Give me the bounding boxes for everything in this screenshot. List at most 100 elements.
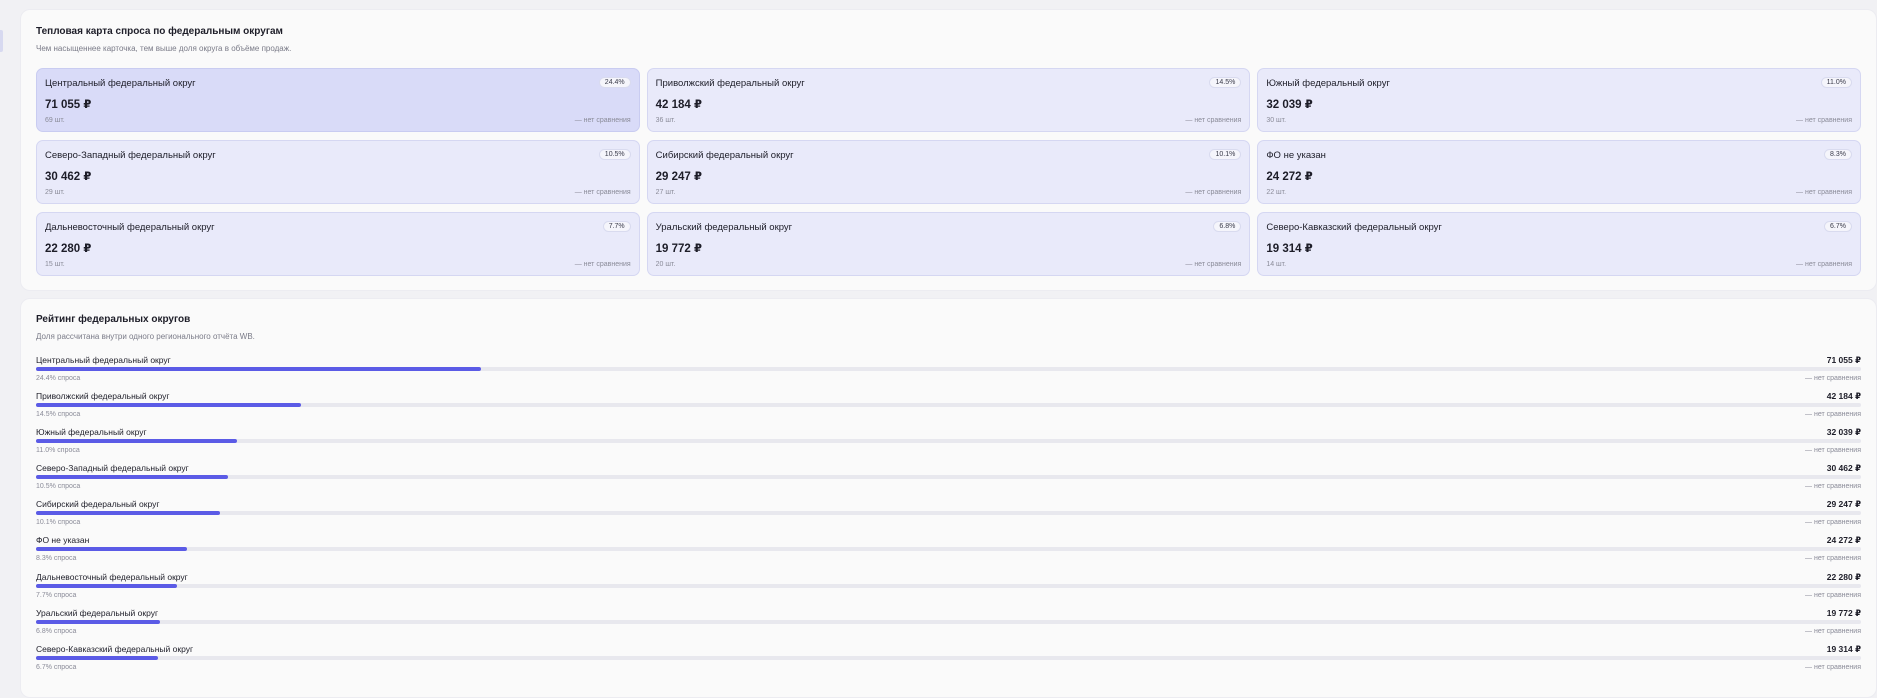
- rating-list: Центральный федеральный округ 71 055 ₽ 24.…: [36, 355, 1861, 680]
- rating-row-comparison: — нет сравнения: [1805, 663, 1861, 671]
- district-card-name: Северо-Кавказский федеральный округ: [1266, 222, 1442, 233]
- rating-row[interactable]: Северо-Западный федеральный округ 30 462 …: [36, 463, 1861, 499]
- district-card[interactable]: Приволжский федеральный округ 14.5% 42 184…: [646, 68, 1251, 132]
- rating-row-comparison: — нет сравнения: [1805, 375, 1861, 382]
- district-card-name: Уральский федеральный округ: [655, 222, 793, 233]
- district-card-quantity: 69 шт.: [45, 117, 65, 124]
- rating-row-share: 11.0% спроса: [36, 447, 80, 455]
- rating-row-bar: [36, 619, 161, 624]
- district-card-quantity: 15 шт.: [45, 261, 65, 268]
- rating-row-share: 24.4% спроса: [36, 375, 81, 382]
- rating-row-share: 7.7% спроса: [36, 591, 77, 599]
- rating-row[interactable]: Уральский федеральный округ 19 772 ₽ 6.8% …: [36, 608, 1861, 644]
- district-card-name: Дальневосточный федеральный округ: [45, 222, 215, 233]
- district-card-comparison: — нет сравнения: [574, 117, 631, 124]
- district-card-quantity: 14 шт.: [1266, 261, 1287, 268]
- district-card[interactable]: Сибирский федеральный округ 10.1% 29 247 ₽…: [646, 140, 1251, 204]
- heatmap-panel: Тепловая карта спроса по федеральным окр…: [20, 9, 1877, 291]
- rating-row-revenue: 30 462 ₽: [1826, 463, 1861, 474]
- rating-row-track: [36, 583, 1861, 588]
- district-card[interactable]: Уральский федеральный округ 6.8% 19 772 ₽ 2…: [646, 212, 1251, 276]
- district-card-revenue: 30 462 ₽: [45, 171, 92, 183]
- district-card-name: Центральный федеральный округ: [45, 78, 196, 89]
- rating-row-share: 14.5% спроса: [36, 411, 81, 419]
- rating-row-comparison: — нет сравнения: [1805, 627, 1861, 635]
- district-card-name: Сибирский федеральный округ: [655, 150, 794, 161]
- district-card-share-badge: 8.3%: [1824, 149, 1852, 160]
- district-card-revenue: 19 772 ₽: [655, 243, 703, 255]
- rating-row-bar: [36, 511, 221, 516]
- rating-row-share: 6.7% спроса: [36, 663, 77, 671]
- rating-row-bar: [36, 367, 482, 371]
- rating-row-name: ФО не указан: [36, 535, 90, 546]
- rating-row-share: 10.1% спроса: [36, 519, 81, 527]
- rating-row-track: [36, 655, 1861, 660]
- district-card-quantity: 29 шт.: [45, 189, 65, 196]
- rating-row[interactable]: ФО не указан 24 272 ₽ 8.3% спроса — нет сра…: [36, 535, 1861, 571]
- rating-row-revenue: 22 280 ₽: [1826, 571, 1861, 582]
- rating-row-name: Уральский федеральный округ: [36, 607, 159, 618]
- heatmap-subtitle: Чем насыщеннее карточка, тем выше доля о…: [36, 44, 292, 53]
- district-card-revenue: 71 055 ₽: [45, 99, 92, 111]
- district-card-comparison: — нет сравнения: [574, 261, 631, 268]
- rating-row[interactable]: Сибирский федеральный округ 29 247 ₽ 10.1%…: [36, 499, 1861, 535]
- rating-row[interactable]: Южный федеральный округ 32 039 ₽ 11.0% спр…: [36, 427, 1861, 463]
- district-card-comparison: — нет сравнения: [1185, 189, 1242, 196]
- district-card-quantity: 36 шт.: [655, 117, 676, 124]
- district-card-revenue: 19 314 ₽: [1266, 243, 1313, 255]
- rating-row-share: 10.5% спроса: [36, 483, 81, 491]
- rating-row-bar: [36, 655, 159, 660]
- rating-row-bar: [36, 583, 177, 588]
- district-card-share-badge: 7.7%: [602, 221, 631, 232]
- rating-row-revenue: 71 055 ₽: [1826, 355, 1861, 365]
- district-card[interactable]: Южный федеральный округ 11.0% 32 039 ₽ 30 ш…: [1257, 68, 1861, 132]
- rating-row[interactable]: Центральный федеральный округ 71 055 ₽ 24.…: [36, 355, 1861, 391]
- rating-row-revenue: 19 314 ₽: [1826, 643, 1861, 654]
- district-card[interactable]: Центральный федеральный округ 24.4% 71 055…: [36, 68, 640, 132]
- rating-row[interactable]: Приволжский федеральный округ 42 184 ₽ 14.…: [36, 391, 1861, 427]
- rating-row-name: Приволжский федеральный округ: [36, 391, 170, 402]
- district-card-comparison: — нет сравнения: [1796, 189, 1852, 196]
- district-card-revenue: 29 247 ₽: [655, 171, 703, 183]
- district-card-revenue: 42 184 ₽: [655, 99, 703, 111]
- district-card-share-badge: 6.8%: [1213, 221, 1242, 232]
- rating-row-track: [36, 619, 1861, 624]
- district-card-revenue: 32 039 ₽: [1266, 99, 1313, 111]
- rating-row-bar: [36, 475, 228, 480]
- district-card[interactable]: Северо-Кавказский федеральный округ 6.7% 1…: [1257, 212, 1861, 276]
- rating-row-track: [36, 547, 1861, 552]
- district-card-name: Северо-Западный федеральный округ: [45, 150, 216, 161]
- rating-row-name: Дальневосточный федеральный округ: [36, 571, 188, 582]
- district-card[interactable]: Дальневосточный федеральный округ 7.7% 22 …: [36, 212, 640, 276]
- district-card[interactable]: Северо-Западный федеральный округ 10.5% 30…: [36, 140, 640, 204]
- rating-row-share: 8.3% спроса: [36, 555, 77, 563]
- rating-row[interactable]: Северо-Кавказский федеральный округ 19 31…: [36, 644, 1861, 680]
- district-card-revenue: 24 272 ₽: [1266, 171, 1313, 183]
- rating-row-bar: [36, 403, 301, 408]
- district-card-share-badge: 10.1%: [1209, 149, 1242, 160]
- district-card-share-badge: 11.0%: [1820, 77, 1852, 88]
- district-card-share-badge: 24.4%: [598, 77, 631, 88]
- rating-row-track: [36, 475, 1861, 480]
- district-card-comparison: — нет сравнения: [574, 189, 631, 196]
- rating-row-track: [36, 403, 1861, 408]
- district-card-revenue: 22 280 ₽: [45, 243, 92, 255]
- district-card-comparison: — нет сравнения: [1796, 117, 1852, 124]
- rating-row[interactable]: Дальневосточный федеральный округ 22 280 …: [36, 572, 1861, 608]
- rating-panel: Рейтинг федеральных округов Доля рассчит…: [20, 298, 1877, 698]
- rating-row-track: [36, 511, 1861, 516]
- district-card-share-badge: 6.7%: [1824, 221, 1852, 232]
- rating-row-comparison: — нет сравнения: [1805, 519, 1861, 527]
- district-card[interactable]: ФО не указан 8.3% 24 272 ₽ 22 шт. — нет срав…: [1257, 140, 1861, 204]
- rating-row-comparison: — нет сравнения: [1805, 591, 1861, 599]
- heatmap-title: Тепловая карта спроса по федеральным окр…: [36, 26, 283, 37]
- rating-row-share: 6.8% спроса: [36, 627, 77, 635]
- district-card-name: ФО не указан: [1266, 150, 1326, 161]
- heatmap-grid: Центральный федеральный округ 24.4% 71 055…: [36, 68, 1861, 276]
- rating-title: Рейтинг федеральных округов: [36, 314, 191, 325]
- rating-row-track: [36, 367, 1861, 371]
- rating-row-bar: [36, 439, 237, 444]
- rating-row-track: [36, 439, 1861, 444]
- rating-row-name: Северо-Кавказский федеральный округ: [36, 643, 194, 654]
- district-card-share-badge: 10.5%: [598, 149, 631, 160]
